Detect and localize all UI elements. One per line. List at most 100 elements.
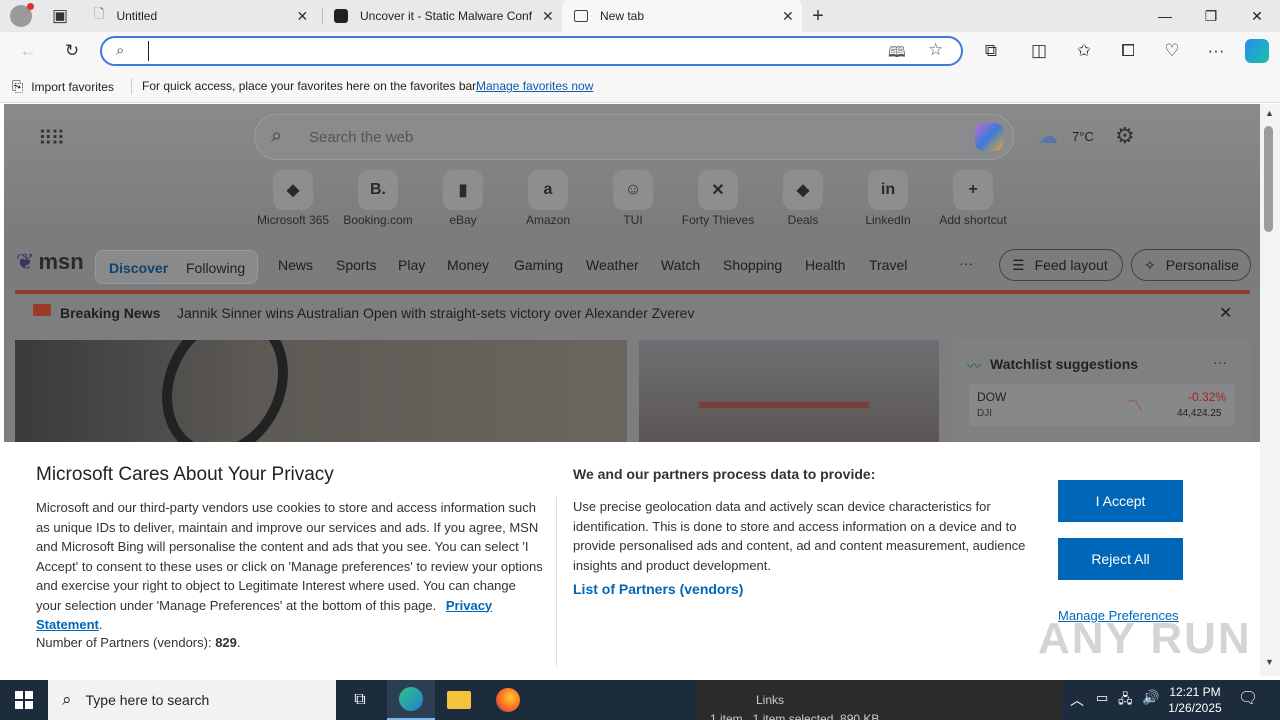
- volume-icon[interactable]: 🔊: [1142, 689, 1159, 706]
- refresh-icon[interactable]: ↻: [58, 37, 86, 65]
- watchlist-card: 〰 Watchlist suggestions ··· DOW DJI 〽 -0…: [951, 340, 1251, 450]
- close-window-button[interactable]: ✕: [1234, 0, 1280, 32]
- new-tab-plus-icon[interactable]: +: [804, 2, 832, 30]
- breaking-label: Breaking News: [60, 305, 161, 321]
- favorites-hint: For quick access, place your favorites h…: [142, 79, 479, 93]
- shortcut-icon: +: [953, 170, 993, 210]
- port-news-card[interactable]: [639, 340, 939, 450]
- tab-uncover-it[interactable]: Uncover it - Static Malware Confi ✕: [324, 0, 560, 32]
- nav-travel[interactable]: Travel: [869, 257, 907, 273]
- firefox-icon[interactable]: [484, 680, 532, 720]
- browser-essentials-icon[interactable]: ♡: [1158, 37, 1186, 65]
- close-tab-icon[interactable]: ✕: [296, 8, 308, 25]
- shortcut-linkedin[interactable]: in LinkedIn: [843, 170, 933, 227]
- tab-following[interactable]: Following: [186, 260, 245, 276]
- shortcut-add-shortcut[interactable]: + Add shortcut: [928, 170, 1018, 227]
- copilot-icon[interactable]: [1245, 39, 1269, 63]
- accept-button[interactable]: I Accept: [1058, 480, 1183, 522]
- shortcut-microsoft-365[interactable]: ◆ Microsoft 365: [248, 170, 338, 227]
- background-explorer-window: Links 1 item 1 item selected 890 KB: [696, 680, 1062, 720]
- close-icon[interactable]: ✕: [1219, 303, 1232, 323]
- device-icon[interactable]: ▭: [1096, 690, 1108, 706]
- msn-logo[interactable]: ❦ msn: [16, 249, 84, 275]
- tab-title: Untitled: [116, 9, 158, 23]
- shortcut-icon: a: [528, 170, 568, 210]
- web-search-box[interactable]: ⌕ Search the web: [254, 114, 1014, 160]
- scroll-down-icon[interactable]: ▼: [1265, 657, 1274, 667]
- nav-sports[interactable]: Sports: [336, 257, 376, 273]
- tab-untitled[interactable]: 🗋 Untitled ✕: [84, 0, 322, 32]
- copilot-search-icon[interactable]: [975, 123, 1003, 151]
- tab-discover[interactable]: Discover: [109, 260, 168, 276]
- taskbar-search-box[interactable]: ⌕ Type here to search: [48, 680, 336, 720]
- tab-new-tab[interactable]: New tab ✕: [562, 0, 802, 32]
- shortcut-label: Forty Thieves: [681, 213, 755, 227]
- stock-change: -0.32%: [1188, 390, 1227, 404]
- nav-money[interactable]: Money: [447, 257, 489, 273]
- msn-brand: msn: [38, 249, 84, 274]
- nav-news[interactable]: News: [278, 257, 313, 273]
- nav-health[interactable]: Health: [805, 257, 845, 273]
- clock[interactable]: 12:21 PM 1/26/2025: [1166, 684, 1224, 716]
- cranes-image: [699, 402, 869, 432]
- tab-divider: [322, 8, 323, 24]
- reject-all-button[interactable]: Reject All: [1058, 538, 1183, 580]
- address-input[interactable]: [148, 41, 868, 61]
- nav-play[interactable]: Play: [398, 257, 425, 273]
- import-favorites-button[interactable]: ⎘ Import favorites: [12, 78, 114, 95]
- restore-button[interactable]: ❐: [1188, 0, 1234, 32]
- apps-grid-icon[interactable]: ⠿⠿: [38, 126, 65, 151]
- personalise-button[interactable]: ✧ Personalise: [1131, 249, 1251, 281]
- shortcut-ebay[interactable]: ▮ eBay: [418, 170, 508, 227]
- shortcut-tui[interactable]: ☺ TUI: [588, 170, 678, 227]
- split-screen-icon[interactable]: ◫: [1025, 37, 1053, 65]
- start-windows-icon[interactable]: [0, 680, 48, 720]
- list-of-partners-link[interactable]: List of Partners (vendors): [573, 581, 743, 597]
- notifications-icon[interactable]: 🗨: [1238, 688, 1258, 708]
- shortcut-icon: B.: [358, 170, 398, 210]
- nav-shopping[interactable]: Shopping: [723, 257, 782, 273]
- shortcut-deals[interactable]: ◆ Deals: [758, 170, 848, 227]
- profile-icon[interactable]: [10, 3, 34, 27]
- watchlist-more-icon[interactable]: ···: [1213, 354, 1227, 370]
- scroll-up-icon[interactable]: ▲: [1265, 108, 1274, 118]
- weather-temp[interactable]: 7°C: [1072, 129, 1094, 144]
- tennis-racket-image: [138, 340, 312, 450]
- minimize-button[interactable]: —: [1142, 0, 1188, 32]
- page-settings-gear-icon[interactable]: ⚙: [1115, 123, 1135, 149]
- favorite-star-icon[interactable]: ☆: [928, 40, 943, 60]
- favorites-icon[interactable]: ✩: [1070, 37, 1098, 65]
- hero-news-card[interactable]: [15, 340, 627, 450]
- address-bar[interactable]: ⌕ 🕮 ☆: [100, 36, 963, 66]
- settings-more-icon[interactable]: ···: [1202, 37, 1230, 65]
- back-arrow-icon[interactable]: ←: [14, 37, 42, 65]
- close-tab-icon[interactable]: ✕: [542, 8, 554, 25]
- nav-gaming[interactable]: Gaming: [514, 257, 563, 273]
- extensions-icon[interactable]: ⧉: [977, 37, 1005, 65]
- period: .: [98, 617, 103, 632]
- vertical-scrollbar[interactable]: ▲ ▼: [1260, 104, 1280, 676]
- show-hidden-icons-chevron-icon[interactable]: ︿: [1070, 690, 1084, 710]
- site-logo-icon: [334, 9, 348, 23]
- close-tab-icon[interactable]: ✕: [782, 8, 794, 25]
- nav-weather[interactable]: Weather: [586, 257, 639, 273]
- collections-icon[interactable]: ⧠: [1114, 37, 1142, 65]
- edge-taskbar-icon[interactable]: [387, 680, 435, 720]
- nav-more-icon[interactable]: ···: [959, 255, 973, 271]
- shortcut-amazon[interactable]: a Amazon: [503, 170, 593, 227]
- task-view-icon[interactable]: ⧉: [336, 680, 384, 720]
- shortcut-booking-com[interactable]: B. Booking.com: [333, 170, 423, 227]
- manage-favorites-link[interactable]: Manage favorites now: [476, 79, 593, 93]
- stock-name: DOW: [977, 390, 1007, 404]
- breaking-news-bar[interactable]: Breaking News Jannik Sinner wins Austral…: [15, 290, 1250, 332]
- file-explorer-icon[interactable]: [435, 680, 483, 720]
- immersive-reader-icon[interactable]: 🕮: [888, 42, 906, 67]
- watchlist-item[interactable]: DOW DJI 〽 -0.32% 44,424.25: [969, 384, 1235, 426]
- scroll-thumb[interactable]: [1264, 126, 1273, 232]
- tab-actions-icon[interactable]: ▣: [46, 2, 74, 30]
- shortcut-icon: in: [868, 170, 908, 210]
- nav-watch[interactable]: Watch: [661, 257, 700, 273]
- network-icon[interactable]: 🖧: [1118, 690, 1133, 712]
- feed-layout-button[interactable]: ☰ Feed layout: [999, 249, 1123, 281]
- shortcut-forty-thieves[interactable]: ✕ Forty Thieves: [673, 170, 763, 227]
